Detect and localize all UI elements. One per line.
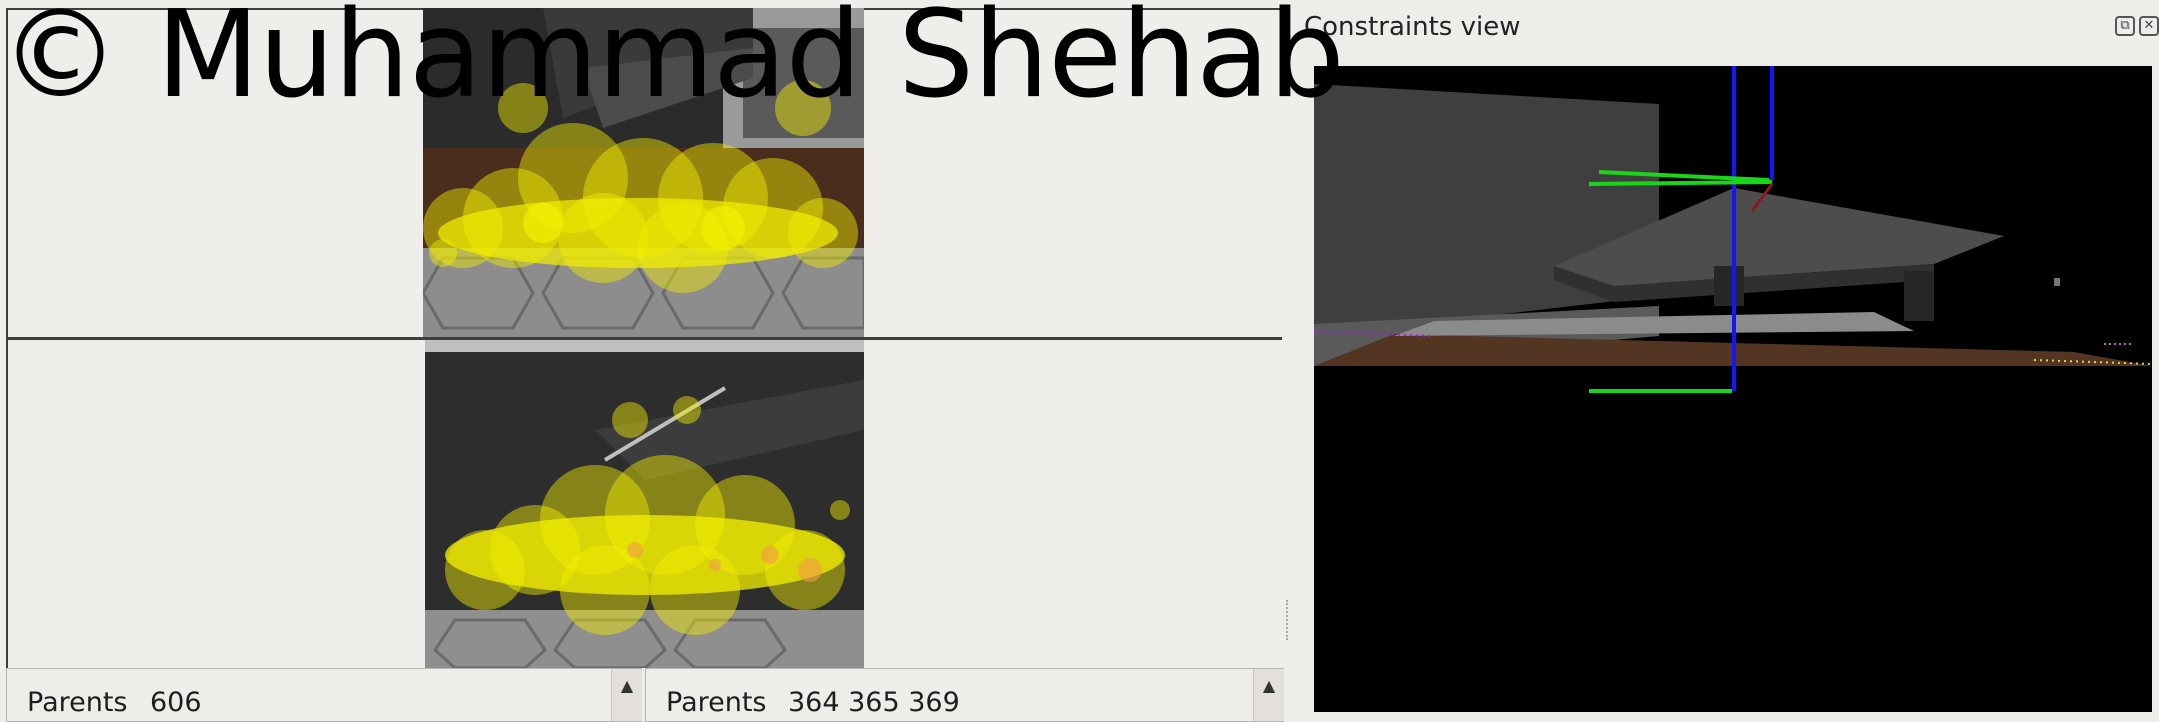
scroll-up-icon[interactable]: ▲ (1254, 669, 1284, 701)
parents-label: Parents (666, 687, 767, 718)
list-scrollbar[interactable]: ▲ (611, 669, 642, 721)
list-scrollbar[interactable]: ▲ (1253, 669, 1284, 721)
watermark-text: © Muhammad Shehab (0, 0, 1345, 125)
parents-list-right[interactable]: Parents 364 365 369 ▲ (645, 668, 1284, 722)
parents-value: 364 365 369 (788, 687, 960, 718)
parents-value: 606 (150, 687, 202, 718)
close-icon[interactable]: ✕ (2139, 16, 2159, 36)
parents-label: Parents (27, 687, 128, 718)
constraints-viewport[interactable] (1314, 66, 2152, 712)
float-icon[interactable]: ⧉ (2115, 16, 2135, 36)
parents-list-left[interactable]: Parents 606 ▲ (6, 668, 642, 722)
render-viewport-bottom[interactable] (425, 340, 864, 668)
splitter-handle[interactable] (1286, 600, 1292, 640)
scroll-up-icon[interactable]: ▲ (612, 669, 642, 701)
